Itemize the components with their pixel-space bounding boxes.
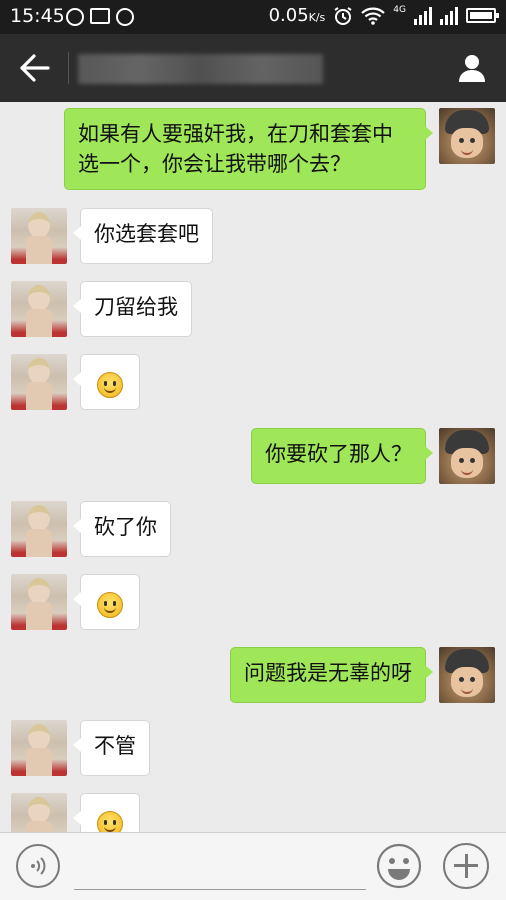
contact-avatar[interactable]: [11, 354, 67, 410]
contact-name-blurred: [78, 54, 323, 84]
sync-icon: [66, 8, 84, 26]
message-text-input[interactable]: [74, 851, 366, 890]
contact-message-bubble[interactable]: 你选套套吧: [73, 208, 213, 264]
chat-message-list[interactable]: 如果有人要强奸我，在刀和套套中 选一个，你会让我带哪个去？ 你选套套吧 刀留给我…: [0, 102, 506, 832]
my-avatar[interactable]: [439, 647, 495, 703]
contact-message-bubble[interactable]: 不管: [73, 720, 150, 776]
contact-avatar[interactable]: [11, 574, 67, 630]
contact-message-bubble[interactable]: [73, 793, 140, 832]
contact-message-bubble[interactable]: 砍了你: [73, 501, 171, 557]
smile-emoji-icon: [97, 592, 123, 618]
message-input-bar: [0, 832, 506, 900]
more-options-button[interactable]: [443, 843, 489, 889]
smile-emoji-icon: [97, 372, 123, 398]
contact-message-bubble[interactable]: [73, 354, 140, 410]
header-divider: [68, 52, 69, 84]
contact-avatar[interactable]: [11, 501, 67, 557]
image-notification-icon: [90, 8, 110, 24]
contact-avatar[interactable]: [11, 208, 67, 264]
my-avatar[interactable]: [439, 428, 495, 484]
contact-message-bubble[interactable]: [73, 574, 140, 630]
my-message-bubble[interactable]: 你要砍了那人？: [251, 428, 433, 484]
alarm-icon: [334, 6, 352, 25]
smile-emoji-icon: [97, 811, 123, 832]
voice-icon: [31, 857, 46, 875]
my-message-bubble[interactable]: 问题我是无辜的呀: [230, 647, 433, 703]
sync-icon-2: [116, 8, 134, 26]
chat-header: [0, 34, 506, 102]
contact-avatar[interactable]: [11, 281, 67, 337]
status-bar: 15:45 0.05K/s 4G: [0, 0, 506, 34]
my-message-bubble[interactable]: 如果有人要强奸我，在刀和套套中 选一个，你会让我带哪个去？: [64, 108, 433, 190]
contact-message-bubble[interactable]: 刀留给我: [73, 281, 192, 337]
back-arrow-icon[interactable]: [18, 52, 54, 84]
signal-icon: [414, 6, 432, 25]
status-time: 15:45: [10, 5, 65, 27]
voice-input-button[interactable]: [16, 844, 60, 888]
contact-avatar[interactable]: [11, 720, 67, 776]
wifi-icon: [361, 7, 386, 25]
signal-icon-2: [440, 6, 458, 25]
contact-avatar[interactable]: [11, 793, 67, 832]
network-type: 4G: [393, 4, 406, 15]
emoji-picker-icon[interactable]: [376, 843, 422, 889]
network-speed: 0.05K/s: [268, 5, 326, 26]
my-avatar[interactable]: [439, 108, 495, 164]
contact-profile-icon[interactable]: [456, 52, 488, 84]
battery-icon: [466, 8, 499, 23]
